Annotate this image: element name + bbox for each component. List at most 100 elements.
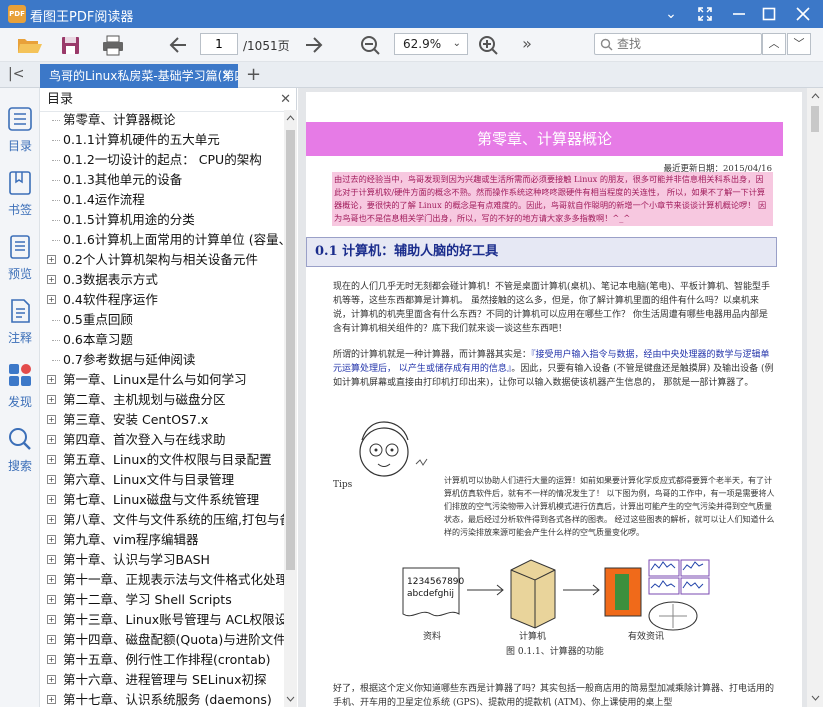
toc-item[interactable]: + 第八章、文件与文件系统的压缩,打包与备份 bbox=[40, 510, 284, 530]
preview-icon bbox=[10, 235, 30, 259]
nav-annotation[interactable]: 注释 bbox=[0, 298, 40, 346]
toc-item-label: 第五章、Linux的文件权限与目录配置 bbox=[63, 452, 272, 467]
collapse-sidebar-icon[interactable]: |< bbox=[8, 66, 24, 82]
add-tab-icon[interactable]: + bbox=[246, 64, 261, 85]
expand-icon[interactable]: + bbox=[47, 635, 56, 644]
section-title: 0.1 计算机：辅助人脑的好工具 bbox=[306, 237, 777, 267]
close-window-button[interactable] bbox=[786, 0, 820, 28]
zoom-select[interactable]: 62.9% ⌄ bbox=[394, 33, 468, 55]
toc-item[interactable]: + 第九章、vim程序编辑器 bbox=[40, 530, 284, 550]
toc-item-label: 0.2个人计算机架构与相关设备元件 bbox=[63, 252, 258, 267]
toc-item[interactable]: + 第二章、主机规划与磁盘分区 bbox=[40, 390, 284, 410]
chevron-up-icon[interactable] bbox=[286, 114, 295, 122]
zoom-out-icon[interactable] bbox=[356, 32, 386, 58]
toc-item[interactable]: + 第一章、Linux是什么与如何学习 bbox=[40, 370, 284, 390]
expand-icon[interactable]: + bbox=[47, 655, 56, 664]
toc-scrollbar[interactable] bbox=[284, 110, 297, 707]
expand-icon[interactable]: + bbox=[47, 495, 56, 504]
toc-item[interactable]: 0.5重点回顾 bbox=[40, 310, 284, 330]
toc-item[interactable]: +0.3数据表示方式 bbox=[40, 270, 284, 290]
open-folder-icon[interactable] bbox=[14, 32, 44, 58]
toc-item[interactable]: 0.1.1计算机硬件的五大单元 bbox=[40, 130, 284, 150]
expand-icon[interactable]: + bbox=[47, 375, 56, 384]
toc-item[interactable]: + 第十四章、磁盘配额(Quota)与进阶文件系统管理 bbox=[40, 630, 284, 650]
fullscreen-icon[interactable] bbox=[688, 0, 722, 28]
nav-preview[interactable]: 预览 bbox=[0, 234, 40, 282]
search-box[interactable] bbox=[594, 33, 762, 55]
toc-item-label: 0.1.3其他单元的设备 bbox=[63, 172, 183, 187]
chevron-down-icon[interactable] bbox=[811, 694, 820, 702]
toc-item[interactable]: + 第五章、Linux的文件权限与目录配置 bbox=[40, 450, 284, 470]
nav-toc[interactable]: 目录 bbox=[0, 106, 40, 154]
document-scrollbar[interactable] bbox=[807, 88, 823, 707]
toc-item[interactable]: + 第十二章、学习 Shell Scripts bbox=[40, 590, 284, 610]
expand-icon[interactable]: + bbox=[47, 615, 56, 624]
close-icon[interactable]: ✕ bbox=[280, 88, 291, 112]
expand-icon[interactable]: + bbox=[47, 435, 56, 444]
toc-item[interactable]: + 第十章、认识与学习BASH bbox=[40, 550, 284, 570]
document-scroll-thumb[interactable] bbox=[811, 106, 819, 132]
toc-item[interactable]: + 第三章、安装 CentOS7.x bbox=[40, 410, 284, 430]
expand-icon[interactable]: + bbox=[47, 415, 56, 424]
expand-icon[interactable]: + bbox=[47, 475, 56, 484]
expand-icon[interactable]: + bbox=[47, 515, 56, 524]
toc-item[interactable]: + 第十三章、Linux账号管理与 ACL权限设定 bbox=[40, 610, 284, 630]
chevron-up-icon[interactable] bbox=[811, 92, 820, 100]
nav-discover[interactable]: 发现 bbox=[0, 362, 40, 410]
more-tools-icon[interactable]: » bbox=[512, 32, 542, 58]
back-arrow-icon[interactable] bbox=[164, 32, 194, 58]
toc-scroll-thumb[interactable] bbox=[286, 130, 295, 570]
toc-item-label: 第十七章、认识系统服务 (daemons) bbox=[63, 692, 272, 707]
toc-item[interactable]: 0.1.5计算机用途的分类 bbox=[40, 210, 284, 230]
minimize-button[interactable] bbox=[722, 0, 756, 28]
expand-icon[interactable]: + bbox=[47, 595, 56, 604]
toc-item[interactable]: 0.6本章习题 bbox=[40, 330, 284, 350]
page-number-input[interactable] bbox=[200, 33, 238, 55]
toc-item[interactable]: 第零章、计算器概论 bbox=[40, 110, 284, 130]
close-tab-icon[interactable]: × bbox=[221, 64, 232, 88]
chevron-down-icon[interactable]: ⌄ bbox=[654, 0, 688, 28]
expand-icon[interactable]: + bbox=[47, 555, 56, 564]
expand-icon[interactable]: + bbox=[47, 455, 56, 464]
toc-item-label: 第十章、认识与学习BASH bbox=[63, 552, 210, 567]
expand-icon[interactable]: + bbox=[47, 575, 56, 584]
search-input[interactable] bbox=[617, 36, 757, 52]
toc-item[interactable]: +0.4软件程序运作 bbox=[40, 290, 284, 310]
toc-item[interactable]: 0.1.4运作流程 bbox=[40, 190, 284, 210]
save-icon[interactable] bbox=[56, 32, 86, 58]
nav-search[interactable]: 搜索 bbox=[0, 426, 40, 474]
expand-icon[interactable]: + bbox=[47, 695, 56, 704]
toc-item-label: 0.6本章习题 bbox=[63, 332, 133, 347]
toc-item-label: 0.1.4运作流程 bbox=[63, 192, 145, 207]
expand-icon[interactable]: + bbox=[47, 395, 56, 404]
expand-icon[interactable]: + bbox=[47, 255, 56, 264]
toc-item[interactable]: + 第十六章、进程管理与 SELinux初探 bbox=[40, 670, 284, 690]
expand-icon[interactable]: + bbox=[47, 675, 56, 684]
maximize-button[interactable] bbox=[752, 0, 786, 28]
nav-bookmark[interactable]: 书签 bbox=[0, 170, 40, 218]
document-tab[interactable]: 鸟哥的Linux私房菜-基础学习篇(第四版) × bbox=[40, 64, 238, 88]
toc-item[interactable]: + 第六章、Linux文件与目录管理 bbox=[40, 470, 284, 490]
toc-item[interactable]: 0.1.3其他单元的设备 bbox=[40, 170, 284, 190]
search-prev-button[interactable]: ︿ bbox=[762, 33, 786, 55]
toc-item[interactable]: + 第十五章、例行性工作排程(crontab) bbox=[40, 650, 284, 670]
figure-label-computer: 计算机 bbox=[519, 632, 547, 642]
print-icon[interactable] bbox=[98, 32, 128, 58]
expand-icon[interactable]: + bbox=[47, 535, 56, 544]
toc-item[interactable]: + 第十一章、正规表示法与文件格式化处理 bbox=[40, 570, 284, 590]
tree-connector bbox=[52, 140, 60, 141]
forward-arrow-icon[interactable] bbox=[298, 32, 328, 58]
toc-item[interactable]: 0.1.2一切设计的起点： CPU的架构 bbox=[40, 150, 284, 170]
toc-item[interactable]: +0.2个人计算机架构与相关设备元件 bbox=[40, 250, 284, 270]
toc-item[interactable]: + 第七章、Linux磁盘与文件系统管理 bbox=[40, 490, 284, 510]
toc-item[interactable]: 0.1.6计算机上面常用的计算单位 (容量、速度等) bbox=[40, 230, 284, 250]
nav-toc-label: 目录 bbox=[7, 139, 32, 153]
zoom-in-icon[interactable] bbox=[474, 32, 504, 58]
search-next-button[interactable]: ﹀ bbox=[787, 33, 811, 55]
expand-icon[interactable]: + bbox=[47, 295, 56, 304]
chevron-down-icon[interactable] bbox=[286, 695, 295, 703]
toc-item[interactable]: 0.7参考数据与延伸阅读 bbox=[40, 350, 284, 370]
toc-item[interactable]: + 第四章、首次登入与在线求助 bbox=[40, 430, 284, 450]
toc-item[interactable]: + 第十七章、认识系统服务 (daemons) bbox=[40, 690, 284, 707]
expand-icon[interactable]: + bbox=[47, 275, 56, 284]
